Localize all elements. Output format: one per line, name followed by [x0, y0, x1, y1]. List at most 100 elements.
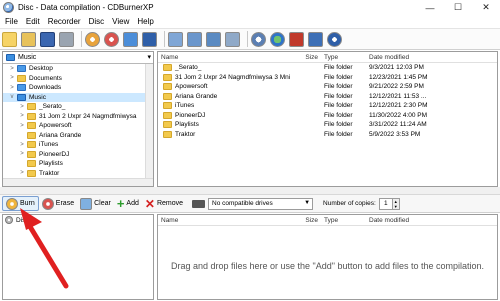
- help-question-icon[interactable]: [308, 31, 323, 47]
- chevron-down-icon[interactable]: ▼: [304, 200, 310, 206]
- maximize-button[interactable]: ☐: [444, 0, 472, 15]
- chevron-right-icon[interactable]: >: [9, 85, 15, 91]
- copies-spinner[interactable]: ▲ ▼: [392, 197, 400, 210]
- file-name-text: _Serato_: [175, 64, 202, 72]
- menu-disc[interactable]: Disc: [85, 17, 109, 26]
- tree-item[interactable]: > _Serato_: [3, 102, 153, 112]
- web-globe-icon[interactable]: [270, 31, 285, 47]
- close-button[interactable]: ✕: [472, 0, 500, 15]
- file-row[interactable]: 31 Jom 2 Uxpr 24 Nagmdfmiwysa 3 Mni File …: [158, 73, 497, 83]
- options-gear-icon[interactable]: [251, 31, 266, 47]
- folder-icon: [163, 121, 172, 129]
- pane-splitter[interactable]: [0, 187, 500, 194]
- comp-column-size-header[interactable]: Size: [298, 217, 320, 224]
- folder-icon: [27, 122, 36, 130]
- menu-recorder[interactable]: Recorder: [44, 17, 85, 26]
- column-type-header[interactable]: Type: [320, 54, 369, 61]
- chevron-right-icon[interactable]: >: [19, 113, 25, 119]
- chevron-right-icon[interactable]: >: [19, 170, 25, 176]
- tree-item-label: iTunes: [39, 141, 59, 149]
- file-row[interactable]: iTunes File folder 12/12/2021 2:30 PM: [158, 101, 497, 111]
- file-row[interactable]: Traktor File folder 5/9/2022 3:53 PM: [158, 130, 497, 140]
- add-button[interactable]: + Add: [114, 196, 142, 211]
- erase-button[interactable]: Erase: [39, 196, 77, 211]
- open-folder-icon[interactable]: [21, 31, 36, 47]
- burn-disc-icon: [6, 197, 18, 210]
- compilation-tree-pane: Disc: [2, 214, 154, 300]
- about-info-icon[interactable]: [327, 31, 342, 47]
- tree-item[interactable]: > iTunes: [3, 140, 153, 150]
- remove-files-icon[interactable]: [225, 31, 240, 47]
- file-date-cell: 3/31/2022 11:24 AM: [369, 121, 427, 129]
- remove-button[interactable]: ✕ Remove: [142, 196, 186, 211]
- folder-icon: [27, 112, 36, 120]
- menu-help[interactable]: Help: [133, 17, 157, 26]
- tree-item-label: _Serato_: [39, 103, 66, 111]
- file-row[interactable]: Ariana Grande File folder 12/12/2021 11:53…: [158, 92, 497, 102]
- update-icon[interactable]: [289, 31, 304, 47]
- chevron-right-icon[interactable]: >: [19, 142, 25, 148]
- file-name-text: iTunes: [175, 102, 195, 110]
- file-name-text: 31 Jom 2 Uxpr 24 Nagmdfmiwysa 3 Mni: [175, 73, 291, 81]
- compilation-list-pane[interactable]: Name Size Type Date modified Drag and dr…: [157, 214, 498, 300]
- file-name-cell: Traktor: [158, 130, 298, 138]
- tree-item[interactable]: > Downloads: [3, 83, 153, 93]
- file-row[interactable]: PioneerDJ File folder 11/30/2022 4:00 PM: [158, 111, 497, 121]
- location-combo[interactable]: Music ▾: [3, 52, 153, 64]
- burn-disc-icon[interactable]: [85, 31, 100, 47]
- chevron-right-icon[interactable]: >: [19, 104, 25, 110]
- tree-vertical-scrollbar[interactable]: [145, 64, 153, 180]
- tree-item[interactable]: > Traktor: [3, 169, 153, 179]
- menu-bar: File Edit Recorder Disc View Help: [0, 15, 500, 28]
- clear-button[interactable]: Clear: [77, 196, 114, 211]
- disc-icon: [5, 216, 13, 224]
- new-compilation-icon[interactable]: [2, 31, 17, 47]
- menu-view[interactable]: View: [108, 17, 133, 26]
- file-row[interactable]: _Serato_ File folder 9/3/2021 12:03 PM: [158, 63, 497, 73]
- column-date-header[interactable]: Date modified: [369, 54, 469, 61]
- print-icon[interactable]: [59, 31, 74, 47]
- export-icon[interactable]: [187, 31, 202, 47]
- file-name-cell: Apowersoft: [158, 83, 298, 91]
- disc-info-icon[interactable]: [123, 31, 138, 47]
- tree-item[interactable]: >31 Jom 2 Uxpr 24 Nagmdfmiwysa: [3, 112, 153, 122]
- tree-item[interactable]: v Music: [3, 92, 153, 102]
- save-icon[interactable]: [40, 31, 55, 47]
- column-name-header[interactable]: Name: [158, 54, 298, 61]
- erase-disc-icon[interactable]: [104, 31, 119, 47]
- menu-file[interactable]: File: [0, 17, 22, 26]
- tree-horizontal-scrollbar[interactable]: [3, 178, 153, 186]
- tree-item[interactable]: Playlists: [3, 159, 153, 169]
- tree-item[interactable]: Ariana Grande: [3, 131, 153, 141]
- minimize-button[interactable]: —: [416, 0, 444, 15]
- add-files-icon[interactable]: [206, 31, 221, 47]
- comp-column-date-header[interactable]: Date modified: [369, 217, 469, 224]
- import-icon[interactable]: [168, 31, 183, 47]
- chevron-right-icon[interactable]: >: [19, 151, 25, 157]
- tree-item[interactable]: > PioneerDJ: [3, 150, 153, 160]
- folder-icon: [27, 141, 36, 149]
- comp-column-type-header[interactable]: Type: [320, 217, 369, 224]
- drive-select[interactable]: No compatible drives ▼: [208, 197, 314, 210]
- burn-button[interactable]: Burn: [2, 196, 39, 211]
- file-row[interactable]: Playlists File folder 3/31/2022 11:24 AM: [158, 120, 497, 130]
- file-type-cell: File folder: [324, 83, 353, 91]
- chevron-right-icon[interactable]: >: [9, 75, 15, 81]
- chevron-down-icon[interactable]: ▾: [147, 53, 151, 61]
- compilation-root[interactable]: Disc: [3, 215, 153, 225]
- spin-down-icon[interactable]: ▼: [394, 204, 398, 209]
- tree-item[interactable]: > Apowersoft: [3, 121, 153, 131]
- chevron-right-icon[interactable]: >: [9, 66, 15, 72]
- tree-item[interactable]: > Desktop: [3, 64, 153, 74]
- chevron-down-icon[interactable]: v: [9, 94, 15, 100]
- tree-item-label: Music: [29, 93, 46, 101]
- menu-edit[interactable]: Edit: [22, 17, 44, 26]
- copies-input[interactable]: 1: [378, 197, 393, 210]
- column-size-header[interactable]: Size: [298, 54, 320, 61]
- comp-column-name-header[interactable]: Name: [158, 217, 298, 224]
- file-list: _Serato_ File folder 9/3/2021 12:03 PM 31 J…: [158, 63, 497, 139]
- tree-item[interactable]: > Documents: [3, 74, 153, 84]
- chevron-right-icon[interactable]: >: [19, 123, 25, 129]
- file-row[interactable]: Apowersoft File folder 9/21/2022 2:59 PM: [158, 82, 497, 92]
- compilation-icon[interactable]: [142, 31, 157, 47]
